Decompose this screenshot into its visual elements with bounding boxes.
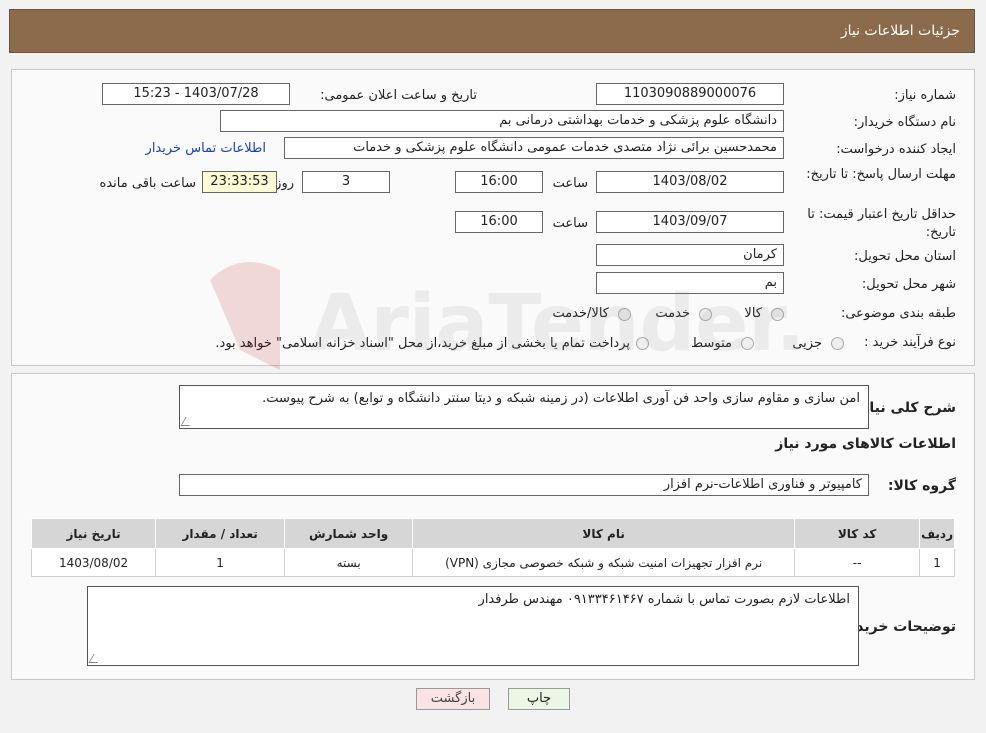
goods-group-label: گروه کالا:: [887, 478, 956, 494]
validity-time-field[interactable]: 16:00: [455, 211, 543, 233]
cell-name: نرم افزار تجهیزات امنیت شبکه و شبکه خصوص…: [412, 548, 796, 577]
goods-table: ردیف کد کالا نام کالا واحد شمارش تعداد /…: [30, 518, 955, 577]
need-number-label: شماره نیاز:: [894, 88, 956, 103]
process-label: نوع فرآیند خرید :: [864, 335, 956, 350]
page-header: جزئیات اطلاعات نیاز: [9, 9, 975, 53]
table-row[interactable]: 1 -- نرم افزار تجهیزات امنیت شبکه و شبکه…: [30, 548, 955, 577]
category-goods-radio[interactable]: [771, 308, 784, 321]
process-minor-label: جزیی: [792, 336, 822, 351]
validity-label: حداقل تاریخ اعتبار قیمت: تا تاریخ:: [807, 207, 956, 240]
buyer-org-field[interactable]: دانشگاه علوم پزشکی و خدمات بهداشتی درمان…: [220, 110, 784, 132]
process-note: پرداخت تمام یا بخشی از مبلغ خرید،از محل …: [215, 336, 630, 351]
buyer-org-label: نام دستگاه خریدار:: [853, 115, 956, 130]
category-both-radio[interactable]: [618, 308, 631, 321]
province-label: استان محل تحویل:: [854, 249, 956, 264]
deadline-label: مهلت ارسال پاسخ: تا تاریخ:: [806, 167, 956, 182]
announce-label: تاریخ و ساعت اعلان عمومی:: [320, 88, 477, 103]
buyer-contact-link[interactable]: اطلاعات تماس خریدار: [146, 141, 266, 156]
cell-code: --: [794, 548, 921, 577]
process-medium-radio[interactable]: [741, 337, 754, 350]
process-medium-label: متوسط: [691, 336, 732, 351]
category-both-label: کالا/خدمت: [552, 306, 609, 321]
need-number-field[interactable]: 1103090889000076: [596, 83, 784, 105]
remaining-time-field[interactable]: 23:33:53: [202, 171, 277, 193]
summary-text: امن سازی و مقاوم سازی واحد فن آوری اطلاع…: [262, 391, 860, 406]
deadline-date-field[interactable]: 1403/08/02: [596, 171, 784, 193]
process-minor-radio[interactable]: [831, 337, 844, 350]
days-field[interactable]: 3: [302, 171, 390, 193]
col-unit: واحد شمارش: [284, 518, 414, 549]
need-details-panel: شماره نیاز: 1103090889000076 تاریخ و ساع…: [11, 69, 975, 366]
cell-unit: بسته: [284, 548, 414, 577]
deadline-time-field[interactable]: 16:00: [455, 171, 543, 193]
category-goods-label: کالا: [744, 306, 762, 321]
col-qty: تعداد / مقدار: [155, 518, 286, 549]
resize-grip-icon[interactable]: [88, 654, 103, 663]
cell-date: 1403/08/02: [30, 548, 157, 577]
col-name: نام کالا: [412, 518, 796, 549]
buyer-notes-text: اطلاعات لازم بصورت تماس با شماره ۰۹۱۳۳۴۶…: [478, 592, 850, 607]
summary-label: شرح کلی نیاز:: [855, 400, 956, 416]
page-title: جزئیات اطلاعات نیاز: [840, 23, 960, 39]
goods-section-title: اطلاعات کالاهای مورد نیاز: [775, 436, 956, 452]
category-service-label: خدمت: [655, 306, 690, 321]
summary-textarea[interactable]: امن سازی و مقاوم سازی واحد فن آوری اطلاع…: [179, 385, 869, 429]
buyer-notes-textarea[interactable]: اطلاعات لازم بصورت تماس با شماره ۰۹۱۳۳۴۶…: [87, 586, 859, 666]
process-note-checkbox[interactable]: [636, 337, 649, 350]
creator-label: ایجاد کننده درخواست:: [836, 142, 956, 157]
creator-field[interactable]: محمدحسین برائی نژاد متصدی خدمات عمومی دا…: [284, 137, 784, 159]
back-button[interactable]: بازگشت: [416, 688, 490, 710]
col-row: ردیف: [919, 518, 955, 549]
category-label: طبقه بندی موضوعی:: [840, 306, 956, 321]
validity-date-field[interactable]: 1403/09/07: [596, 211, 784, 233]
resize-grip-icon[interactable]: [180, 417, 195, 426]
validity-time-label: ساعت: [552, 216, 588, 231]
cell-row: 1: [919, 548, 955, 577]
city-field[interactable]: بم: [596, 272, 784, 294]
category-service-radio[interactable]: [699, 308, 712, 321]
city-label: شهر محل تحویل:: [861, 277, 956, 292]
deadline-time-label: ساعت: [552, 176, 588, 191]
province-field[interactable]: کرمان: [596, 244, 784, 266]
remaining-label: ساعت باقی مانده: [99, 176, 196, 191]
print-button[interactable]: چاپ: [508, 688, 570, 710]
goods-panel: شرح کلی نیاز: امن سازی و مقاوم سازی واحد…: [11, 373, 975, 680]
cell-qty: 1: [155, 548, 286, 577]
goods-group-field[interactable]: کامپیوتر و فناوری اطلاعات-نرم افزار: [179, 474, 869, 496]
col-code: کد کالا: [794, 518, 921, 549]
goods-table-header: ردیف کد کالا نام کالا واحد شمارش تعداد /…: [30, 518, 955, 549]
announce-field[interactable]: 1403/07/28 - 15:23: [102, 83, 290, 105]
col-date: تاریخ نیاز: [30, 518, 157, 549]
